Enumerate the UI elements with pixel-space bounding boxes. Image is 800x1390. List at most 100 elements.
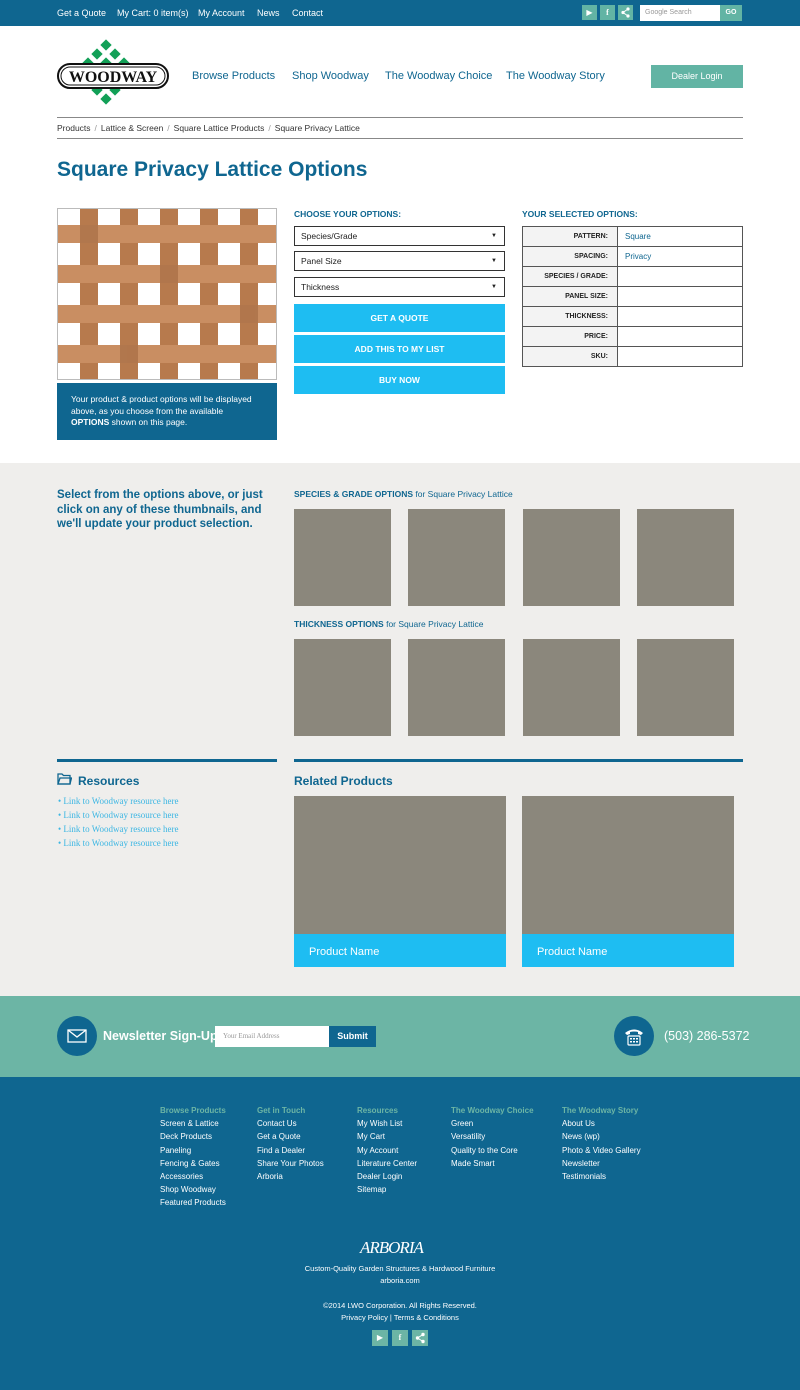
breadcrumb-lattice-screen[interactable]: Lattice & Screen <box>101 123 163 133</box>
species-thumbnail[interactable] <box>294 509 391 606</box>
envelope-icon <box>57 1016 97 1056</box>
breadcrumb-square-lattice[interactable]: Square Lattice Products <box>174 123 265 133</box>
footer-link[interactable]: Contact Us <box>257 1117 324 1130</box>
species-thumbnail[interactable] <box>523 509 620 606</box>
related-product-name[interactable]: Product Name <box>522 934 734 967</box>
search-go-button[interactable]: GO <box>720 5 742 21</box>
thickness-thumbnail[interactable] <box>294 639 391 736</box>
footer-link[interactable]: Featured Products <box>160 1196 226 1209</box>
facebook-icon[interactable]: f <box>600 5 615 20</box>
contact-link[interactable]: Contact <box>292 8 323 18</box>
related-product-name[interactable]: Product Name <box>294 934 506 967</box>
footer-heading[interactable]: The Woodway Choice <box>451 1104 534 1117</box>
caret-down-icon: ▼ <box>491 258 497 264</box>
table-row: SPECIES / GRADE: <box>522 266 743 287</box>
footer-link[interactable]: Find a Dealer <box>257 1144 324 1157</box>
my-cart-link[interactable]: My Cart: 0 item(s) <box>117 8 189 18</box>
youtube-icon[interactable]: ▶ <box>582 5 597 20</box>
species-grade-select[interactable]: Species/Grade ▼ <box>294 226 505 246</box>
footer-link[interactable]: Quality to the Core <box>451 1144 534 1157</box>
share-icon[interactable] <box>618 5 633 20</box>
choose-options-heading: CHOOSE YOUR OPTIONS: <box>294 209 402 219</box>
get-a-quote-button[interactable]: GET A QUOTE <box>294 304 505 332</box>
terms-link[interactable]: Terms & Conditions <box>394 1313 459 1322</box>
arboria-tagline: Custom-Quality Garden Structures & Hardw… <box>304 1264 496 1273</box>
related-product-image[interactable] <box>522 796 734 934</box>
divider <box>57 759 277 762</box>
footer-link[interactable]: My Account <box>357 1144 417 1157</box>
footer-heading[interactable]: Browse Products <box>160 1104 226 1117</box>
woodway-logo[interactable]: WOODWAY <box>57 38 171 106</box>
thickness-select[interactable]: Thickness ▼ <box>294 277 505 297</box>
footer-link[interactable]: Screen & Lattice <box>160 1117 226 1130</box>
add-to-list-button[interactable]: ADD THIS TO MY LIST <box>294 335 505 363</box>
youtube-icon[interactable]: ▶ <box>372 1330 388 1346</box>
footer-link[interactable]: News (wp) <box>562 1130 641 1143</box>
news-link[interactable]: News <box>257 8 280 18</box>
dealer-login-button[interactable]: Dealer Login <box>651 65 743 88</box>
thickness-thumbnail[interactable] <box>523 639 620 736</box>
footer-column-browse: Browse Products Screen & Lattice Deck Pr… <box>160 1104 226 1210</box>
footer-heading[interactable]: Resources <box>357 1104 417 1117</box>
thickness-thumbnail[interactable] <box>637 639 734 736</box>
thumbnail-instructions: Select from the options above, or just c… <box>57 489 263 530</box>
footer-link[interactable]: Deck Products <box>160 1130 226 1143</box>
facebook-icon[interactable]: f <box>392 1330 408 1346</box>
breadcrumb-products[interactable]: Products <box>57 123 91 133</box>
footer-link[interactable]: Paneling <box>160 1144 226 1157</box>
footer-link[interactable]: Testimonials <box>562 1170 641 1183</box>
resource-link[interactable]: • Link to Woodway resource here <box>58 796 178 806</box>
divider <box>294 759 743 762</box>
footer-link[interactable]: My Wish List <box>357 1117 417 1130</box>
privacy-policy-link[interactable]: Privacy Policy <box>341 1313 388 1322</box>
footer-link[interactable]: Dealer Login <box>357 1170 417 1183</box>
footer-link[interactable]: Sitemap <box>357 1183 417 1196</box>
nav-shop-woodway[interactable]: Shop Woodway <box>292 70 369 82</box>
species-thumbnail[interactable] <box>408 509 505 606</box>
table-row: SKU: <box>522 346 743 367</box>
footer-link[interactable]: Get a Quote <box>257 1130 324 1143</box>
page-title: Square Privacy Lattice Options <box>57 158 368 181</box>
divider <box>57 138 743 139</box>
footer-link[interactable]: Versatility <box>451 1130 534 1143</box>
footer-link[interactable]: Literature Center <box>357 1157 417 1170</box>
table-row: PATTERN: Square <box>522 226 743 247</box>
footer-link[interactable]: Arboria <box>257 1170 324 1183</box>
related-product-image[interactable] <box>294 796 506 934</box>
legal-links: Privacy Policy | Terms & Conditions <box>341 1313 459 1322</box>
selected-options-table: PATTERN: Square SPACING: Privacy SPECIES /… <box>522 226 743 367</box>
footer-heading[interactable]: The Woodway Story <box>562 1104 641 1117</box>
get-a-quote-link[interactable]: Get a Quote <box>57 8 106 18</box>
nav-browse-products[interactable]: Browse Products <box>192 70 275 82</box>
footer-link[interactable]: Newsletter <box>562 1157 641 1170</box>
table-row: THICKNESS: <box>522 306 743 327</box>
thickness-thumbnail[interactable] <box>408 639 505 736</box>
my-account-link[interactable]: My Account <box>198 8 245 18</box>
footer-link[interactable]: My Cart <box>357 1130 417 1143</box>
footer-heading[interactable]: Get in Touch <box>257 1104 324 1117</box>
resource-link[interactable]: • Link to Woodway resource here <box>58 810 178 820</box>
nav-woodway-choice[interactable]: The Woodway Choice <box>385 70 492 82</box>
footer-link[interactable]: Photo & Video Gallery <box>562 1144 641 1157</box>
footer-link[interactable]: Fencing & Gates <box>160 1157 226 1170</box>
resource-link[interactable]: • Link to Woodway resource here <box>58 838 178 848</box>
footer-link[interactable]: Shop Woodway <box>160 1183 226 1196</box>
buy-now-button[interactable]: BUY NOW <box>294 366 505 394</box>
share-icon[interactable] <box>412 1330 428 1346</box>
panel-size-select[interactable]: Panel Size ▼ <box>294 251 505 271</box>
arboria-url[interactable]: arboria.com <box>0 1276 800 1285</box>
resource-link[interactable]: • Link to Woodway resource here <box>58 824 178 834</box>
footer-link[interactable]: About Us <box>562 1117 641 1130</box>
phone-number[interactable]: (503) 286-5372 <box>664 1029 749 1043</box>
email-input[interactable]: Your Email Address <box>215 1026 329 1047</box>
footer-link[interactable]: Accessories <box>160 1170 226 1183</box>
nav-woodway-story[interactable]: The Woodway Story <box>506 70 605 82</box>
submit-button[interactable]: Submit <box>329 1026 376 1047</box>
footer-link[interactable]: Share Your Photos <box>257 1157 324 1170</box>
footer-link[interactable]: Green <box>451 1117 534 1130</box>
footer-link[interactable]: Made Smart <box>451 1157 534 1170</box>
google-search-input[interactable]: Google Search <box>640 5 720 21</box>
footer-column-story: The Woodway Story About Us News (wp) Pho… <box>562 1104 641 1183</box>
species-thumbnail[interactable] <box>637 509 734 606</box>
arboria-logo[interactable]: ARBORIA <box>360 1238 424 1258</box>
